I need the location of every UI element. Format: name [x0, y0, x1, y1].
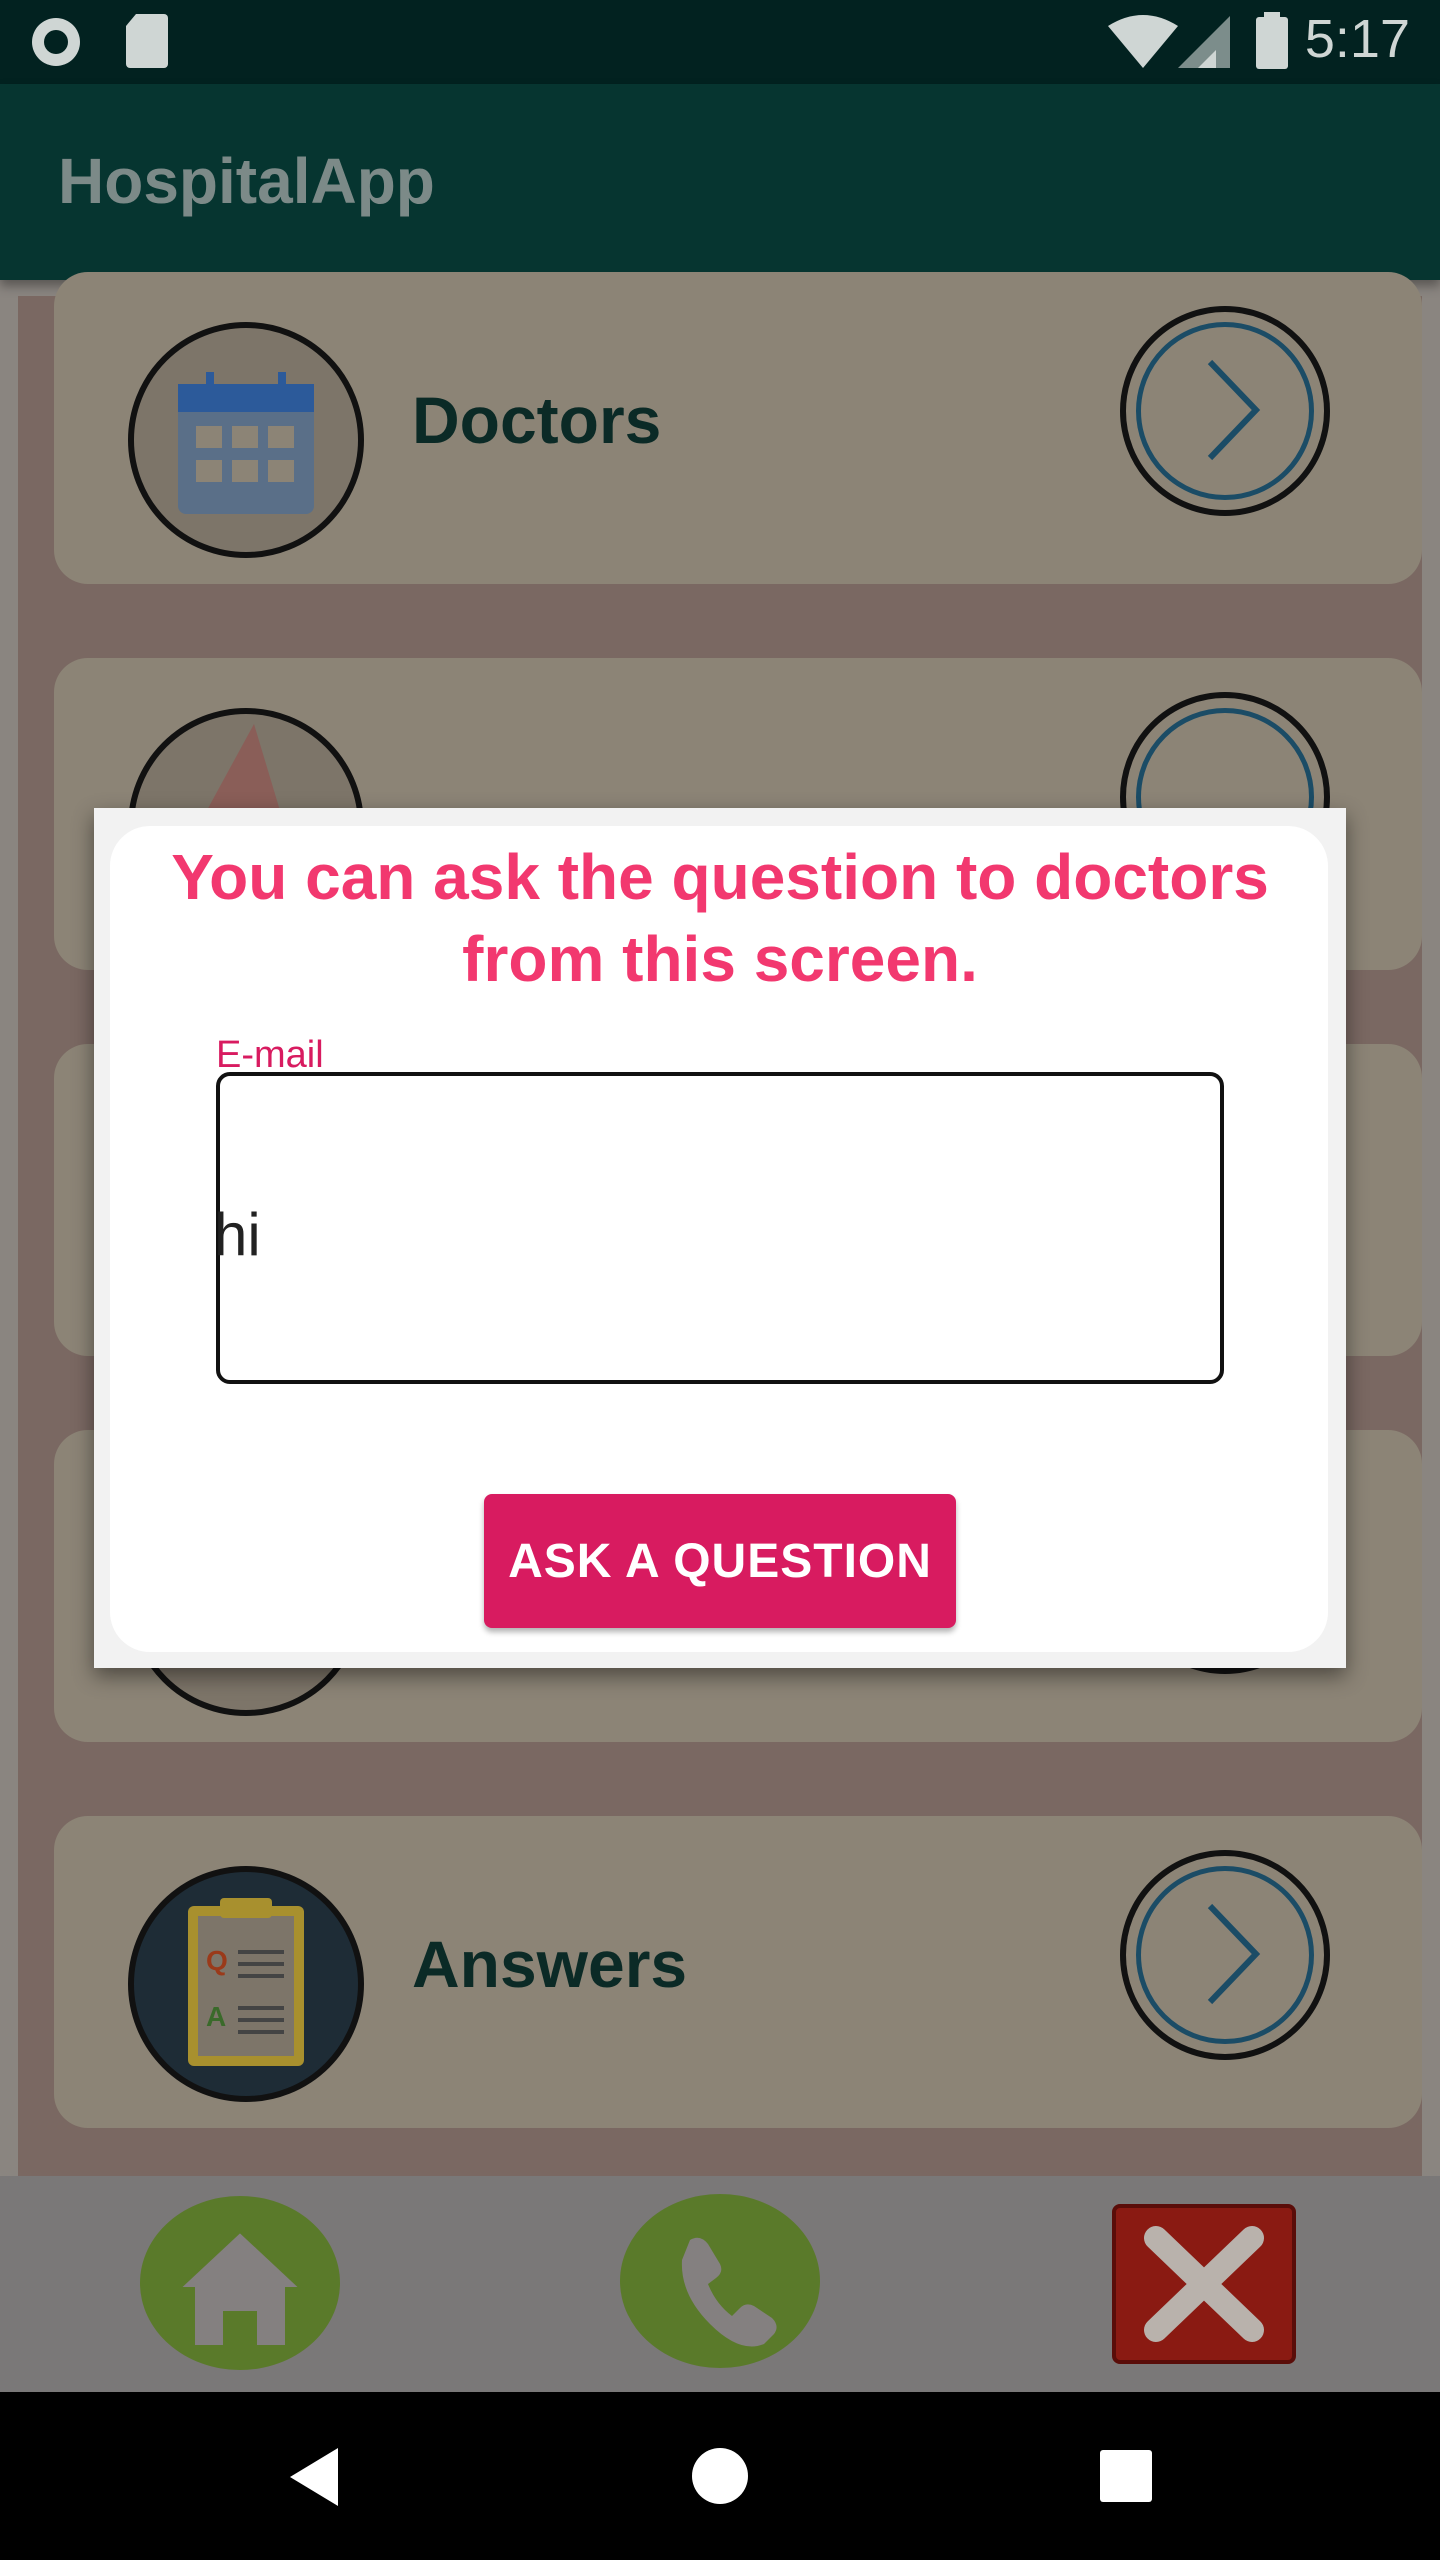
email-field[interactable] [216, 1072, 1224, 1384]
chevron-right-icon[interactable] [1120, 1850, 1330, 2060]
list-item-label: Doctors [412, 383, 662, 457]
list-item-doctors[interactable]: Doctors [54, 272, 1422, 584]
system-nav-bar [0, 2392, 1440, 2560]
home-nav-icon[interactable] [690, 2446, 750, 2506]
home-icon [177, 2230, 303, 2347]
sd-card-icon [126, 14, 168, 68]
app-title: HospitalApp [58, 145, 435, 217]
dialog-title: You can ask the question to doctors from… [171, 841, 1269, 995]
back-icon[interactable] [286, 2446, 344, 2508]
list-item-label: Answers [412, 1927, 688, 2001]
email-field-value: hi [214, 1201, 261, 1268]
record-icon [32, 18, 80, 66]
chevron-right-icon[interactable] [1120, 306, 1330, 516]
phone-icon [681, 2237, 777, 2347]
app-bar: HospitalApp [0, 84, 1440, 280]
clock: 5:17 [1304, 9, 1410, 69]
wifi-icon [1108, 15, 1178, 68]
recents-icon[interactable] [1098, 2448, 1154, 2504]
home-button[interactable] [140, 2196, 340, 2370]
call-button[interactable] [620, 2194, 820, 2368]
list-item-answers[interactable]: Q A Answers [54, 1816, 1422, 2128]
close-icon [1144, 2226, 1264, 2342]
battery-icon [1256, 12, 1288, 69]
calendar-icon [128, 322, 364, 558]
close-button[interactable] [1112, 2204, 1296, 2364]
svg-text:A: A [206, 2001, 226, 2032]
status-bar: 5:17 [0, 0, 1440, 84]
signal-icon [1178, 16, 1230, 68]
ask-question-button[interactable]: ASK A QUESTION [484, 1494, 956, 1628]
svg-text:Q: Q [206, 1945, 228, 1976]
email-label: E-mail [216, 1034, 324, 1076]
clipboard-qa-icon: Q A [128, 1866, 364, 2102]
